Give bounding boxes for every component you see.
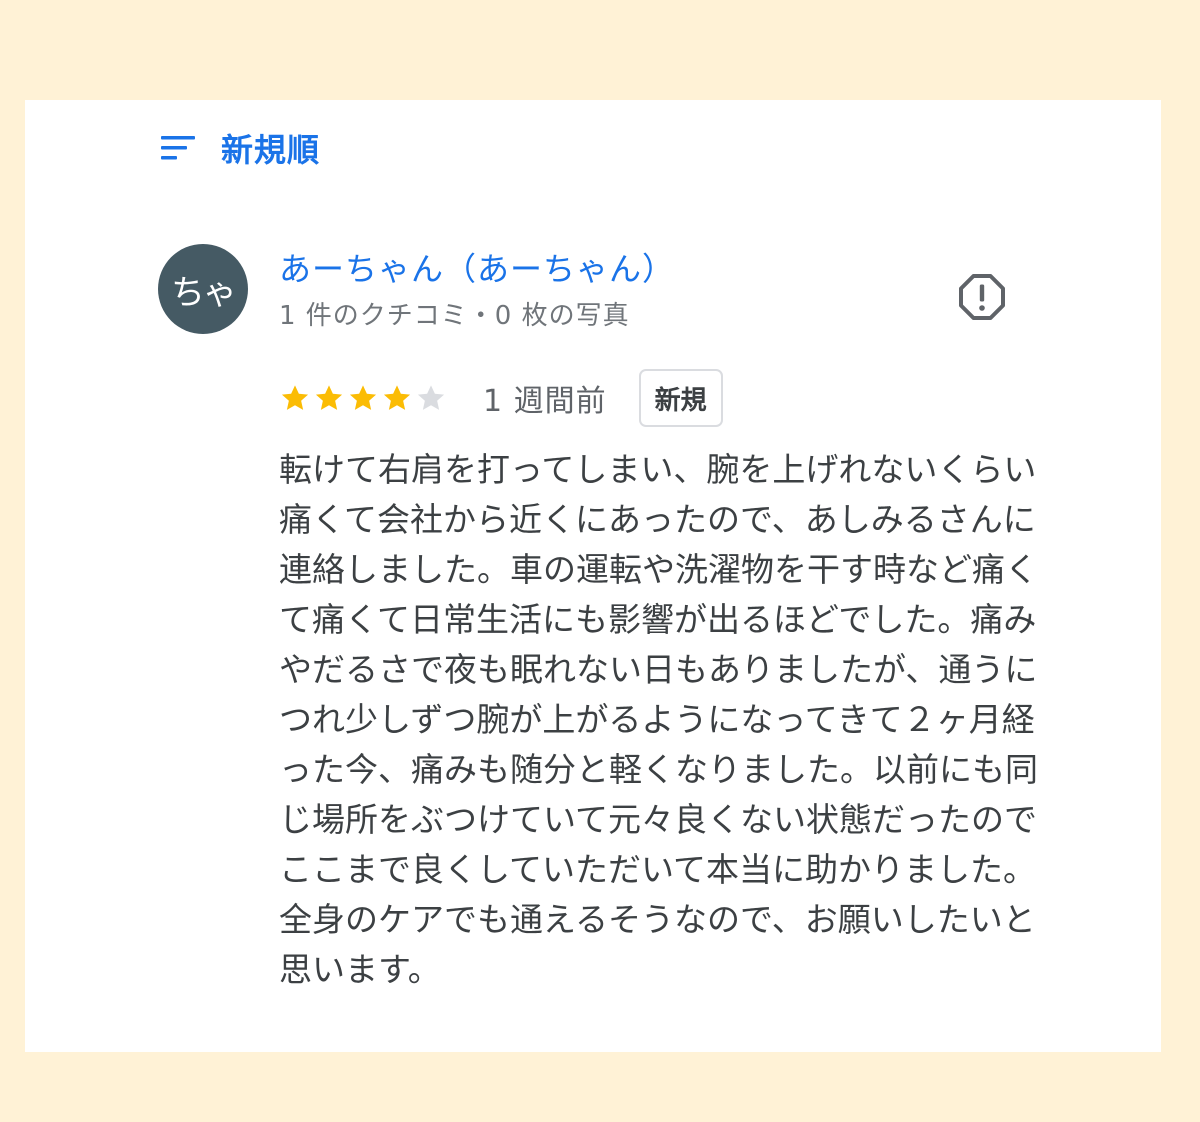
sort-icon bbox=[161, 136, 195, 160]
star-filled-icon bbox=[315, 385, 343, 410]
sort-button[interactable]: 新規順 bbox=[161, 126, 320, 170]
report-icon[interactable] bbox=[957, 272, 1007, 322]
sort-label: 新規順 bbox=[221, 131, 321, 169]
avatar-text: ちゃ bbox=[171, 272, 237, 313]
star-filled-icon bbox=[349, 385, 377, 410]
reviewer-name[interactable]: あーちゃん（あーちゃん） bbox=[279, 244, 675, 290]
star-filled-icon bbox=[383, 385, 411, 410]
review-card: 新規順 ちゃ あーちゃん（あーちゃん） 1 件のクチコミ・0 枚の写真 1 週間… bbox=[25, 100, 1161, 1052]
review-date: 1 週間前 bbox=[483, 384, 607, 419]
reviewer-meta: 1 件のクチコミ・0 枚の写真 bbox=[279, 301, 630, 331]
star-rating bbox=[279, 382, 449, 414]
rating-row: 1 週間前 新規 bbox=[279, 368, 723, 428]
star-filled-icon bbox=[281, 385, 309, 410]
review-text: 転けて右肩を打ってしまい、腕を上げれないくらい痛くて会社から近くにあったので、あ… bbox=[279, 450, 1038, 989]
star-empty-icon bbox=[417, 385, 445, 410]
new-badge: 新規 bbox=[638, 369, 723, 427]
avatar[interactable]: ちゃ bbox=[158, 244, 248, 334]
